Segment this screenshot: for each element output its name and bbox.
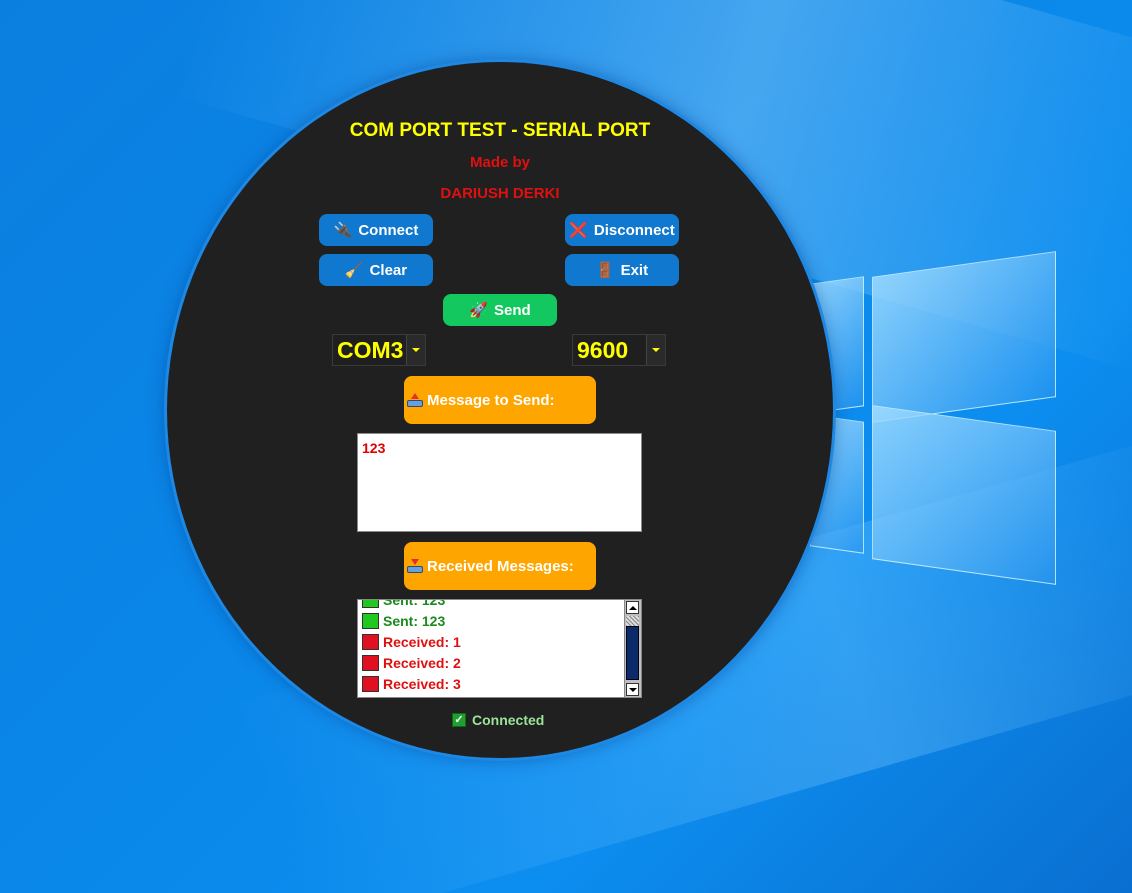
exit-button[interactable]: 🚪 Exit xyxy=(565,254,679,286)
disconnect-button[interactable]: ❌ Disconnect xyxy=(565,214,679,246)
received-marker-icon xyxy=(362,654,379,671)
list-item-text: Received: 3 xyxy=(383,675,461,692)
message-to-send-header: Message to Send: xyxy=(404,376,596,424)
inbox-tray-icon xyxy=(406,559,424,573)
vertical-scrollbar[interactable] xyxy=(624,600,641,697)
send-button[interactable]: 🚀 Send xyxy=(443,294,557,326)
made-by-label: Made by xyxy=(469,154,530,171)
chevron-down-icon[interactable] xyxy=(646,335,665,365)
list-item[interactable]: Received: 3 xyxy=(362,673,461,694)
connection-status: ✓ Connected xyxy=(452,710,544,730)
list-item[interactable]: Sent: 123 xyxy=(362,610,461,631)
chevron-down-icon[interactable] xyxy=(406,335,425,365)
scrollbar-thumb[interactable] xyxy=(626,626,639,680)
connect-button[interactable]: 🔌 Connect xyxy=(319,214,433,246)
list-item[interactable]: Sent: 123 xyxy=(362,599,461,610)
outbox-tray-icon xyxy=(406,393,424,407)
baud-rate-value: 9600 xyxy=(577,336,629,363)
exit-button-label: Exit xyxy=(620,261,649,279)
list-item-text: Received: 1 xyxy=(383,633,461,650)
received-messages-label: Received Messages: xyxy=(427,557,574,575)
rocket-icon: 🚀 xyxy=(469,301,488,319)
message-to-send-label: Message to Send: xyxy=(427,391,555,409)
message-input[interactable]: 123 xyxy=(357,433,642,532)
author-label: DARIUSH DERKI xyxy=(440,185,560,202)
disconnect-button-label: Disconnect xyxy=(593,221,675,239)
list-item[interactable]: Received: 1 xyxy=(362,631,461,652)
check-icon: ✓ xyxy=(452,713,466,727)
com-port-select[interactable]: COM3 xyxy=(332,334,426,366)
scrollbar-track[interactable] xyxy=(626,616,639,626)
app-title: COM PORT TEST - SERIAL PORT xyxy=(349,120,651,141)
send-button-label: Send xyxy=(494,301,531,319)
clear-button-label: Clear xyxy=(369,261,408,279)
scroll-down-icon[interactable] xyxy=(626,683,639,696)
clear-button[interactable]: 🧹 Clear xyxy=(319,254,433,286)
list-item-text: Sent: 123 xyxy=(383,612,446,629)
received-messages-list[interactable]: Sent: 123 Sent: 123 Received: 1 Received… xyxy=(357,599,642,698)
message-input-value: 123 xyxy=(362,440,386,456)
sent-marker-icon xyxy=(362,612,379,629)
com-port-app: COM PORT TEST - SERIAL PORT Made by DARI… xyxy=(0,0,1132,893)
connection-status-label: Connected xyxy=(472,712,545,728)
cross-mark-icon: ❌ xyxy=(569,221,588,239)
received-marker-icon xyxy=(362,675,379,692)
connect-button-label: Connect xyxy=(358,221,419,239)
list-item-text: Sent: 123 xyxy=(383,599,446,608)
plug-icon: 🔌 xyxy=(333,221,353,239)
received-messages-header: Received Messages: xyxy=(404,542,596,590)
sent-marker-icon xyxy=(362,600,379,608)
scroll-up-icon[interactable] xyxy=(626,601,639,614)
door-icon: 🚪 xyxy=(595,261,615,279)
list-item-text: Received: 2 xyxy=(383,654,461,671)
broom-icon: 🧹 xyxy=(344,261,364,279)
baud-rate-select[interactable]: 9600 xyxy=(572,334,666,366)
list-item[interactable]: Received: 2 xyxy=(362,652,461,673)
received-marker-icon xyxy=(362,633,379,650)
com-port-value: COM3 xyxy=(337,336,404,363)
